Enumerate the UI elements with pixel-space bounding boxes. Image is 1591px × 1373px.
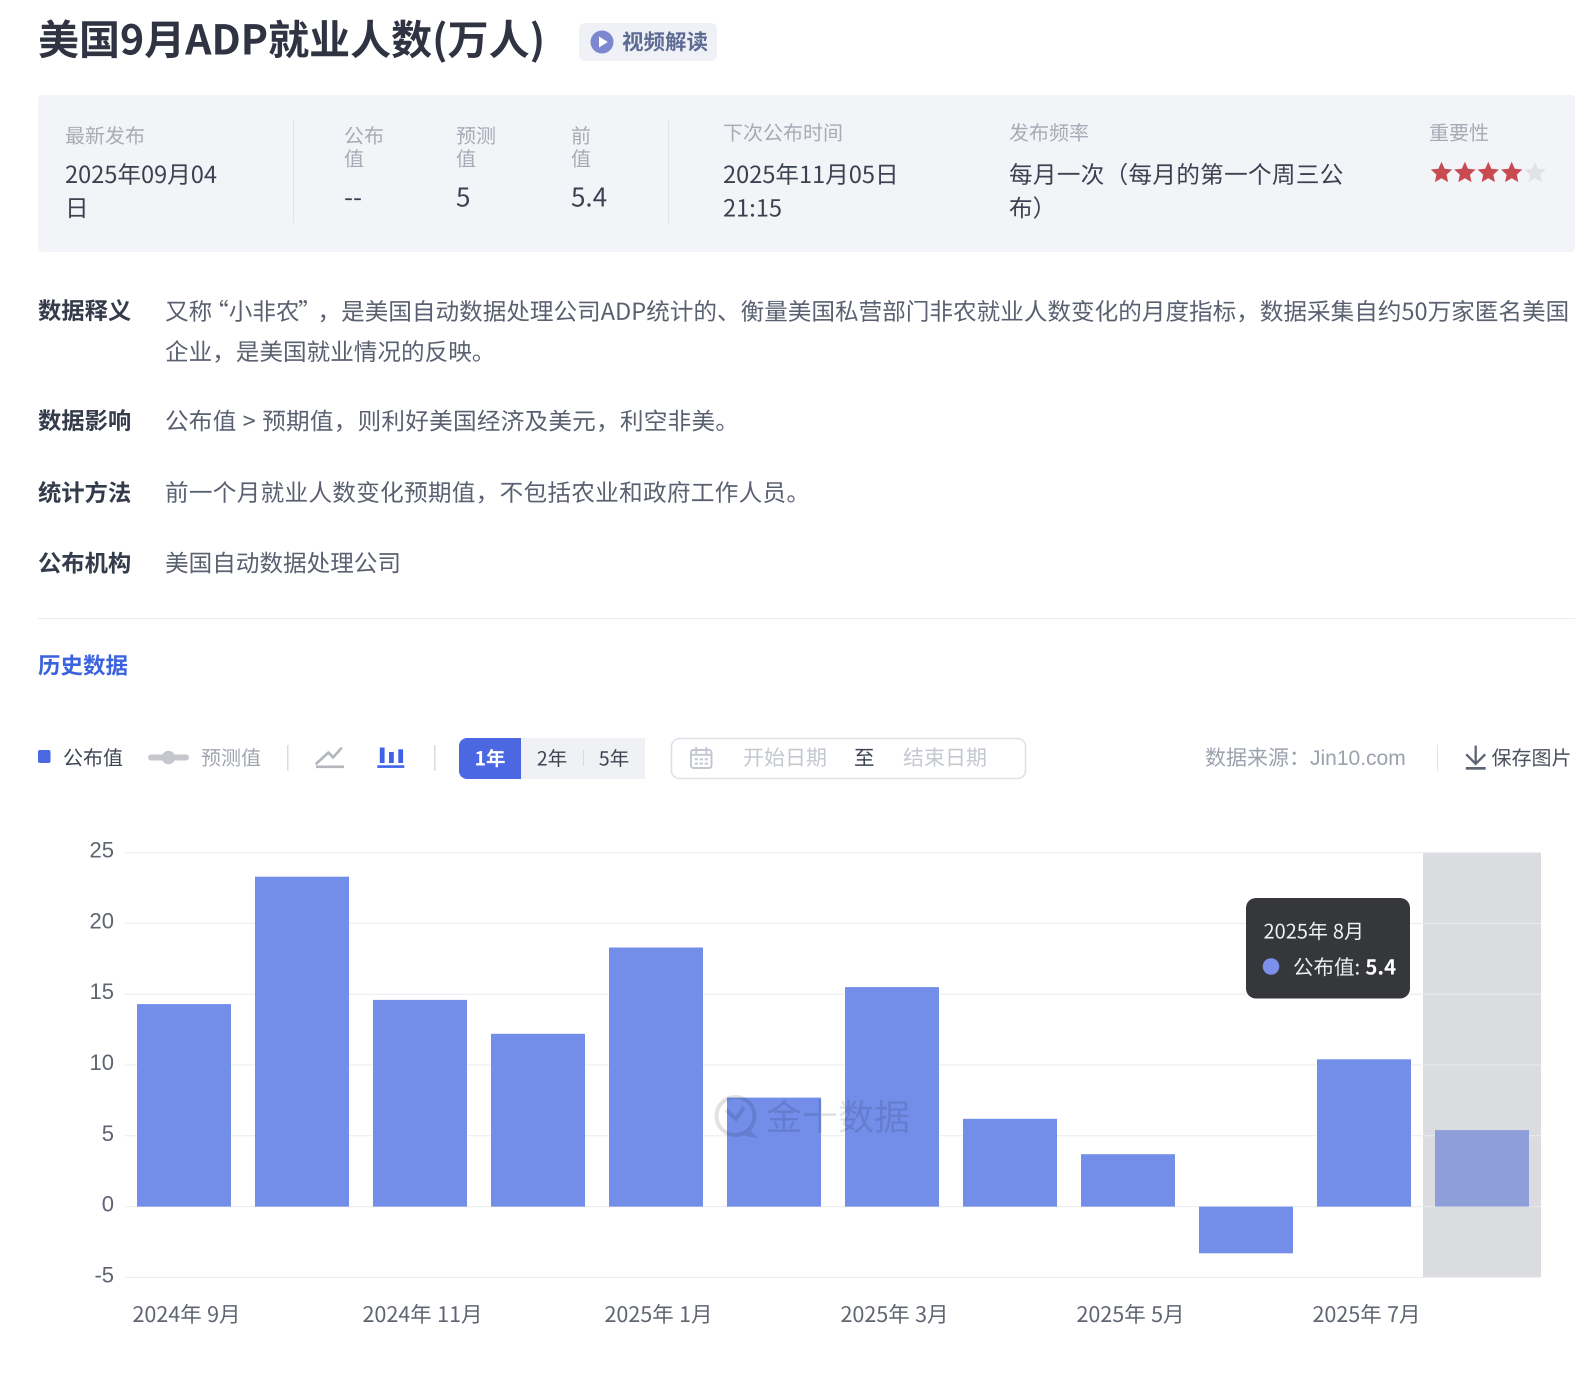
svg-text:10: 10: [90, 1050, 114, 1075]
svg-text:-5: -5: [94, 1262, 114, 1287]
svg-text:Jin10.com: Jin10.com: [1310, 747, 1406, 770]
svg-text:20: 20: [90, 908, 114, 933]
svg-text:0: 0: [102, 1192, 114, 1217]
svg-text:15: 15: [90, 979, 114, 1004]
svg-text:5: 5: [102, 1121, 114, 1146]
svg-text:25: 25: [90, 838, 114, 863]
